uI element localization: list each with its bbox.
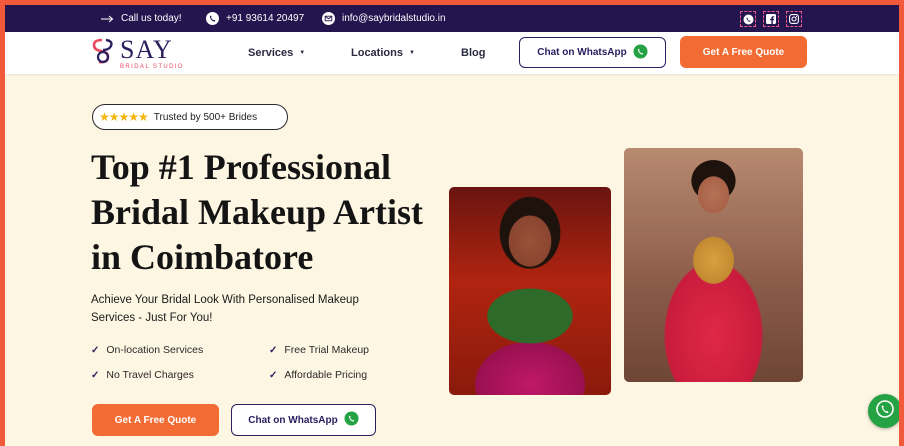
email-item[interactable]: info@saybridalstudio.in xyxy=(322,5,446,32)
whatsapp-icon xyxy=(633,44,648,62)
whatsapp-icon xyxy=(743,14,754,25)
hero-whatsapp-label: Chat on WhatsApp xyxy=(248,414,338,426)
nav-blog-label: Blog xyxy=(461,47,486,59)
check-icon: ✓ xyxy=(269,344,278,356)
hero-whatsapp-button[interactable]: Chat on WhatsApp xyxy=(231,404,376,436)
check-icon: ✓ xyxy=(269,369,278,381)
call-label: Call us today! xyxy=(121,13,182,24)
instagram-icon xyxy=(789,14,799,24)
nav-locations[interactable]: Locations ▼ xyxy=(351,32,415,74)
hero-title-line: Bridal Makeup Artist xyxy=(91,192,424,232)
feature-label: On-location Services xyxy=(106,344,204,356)
feature-label: Free Trial Makeup xyxy=(284,344,370,356)
whatsapp-social-link[interactable] xyxy=(740,11,756,27)
whatsapp-button-label: Chat on WhatsApp xyxy=(537,47,627,58)
whatsapp-icon xyxy=(875,399,895,424)
feature-label: Affordable Pricing xyxy=(284,369,368,381)
hero-title-line: Top #1 Professional xyxy=(91,147,392,187)
phone-icon xyxy=(206,12,219,25)
check-icon: ✓ xyxy=(91,369,100,381)
feature-item: ✓ No Travel Charges xyxy=(91,369,194,381)
top-info-bar: Call us today! +91 93614 20497 info@sayb… xyxy=(5,5,899,32)
logo-tagline: BRIDAL STUDIO xyxy=(120,63,184,70)
feature-item: ✓ Free Trial Makeup xyxy=(269,344,369,356)
hero-subtitle-line: Services - Just For You! xyxy=(91,312,213,324)
chevron-down-icon: ▼ xyxy=(408,50,415,56)
nav-services[interactable]: Services ▼ xyxy=(248,32,305,74)
hero-title: Top #1 Professional Bridal Makeup Artist… xyxy=(91,145,441,280)
nav-services-label: Services xyxy=(248,47,294,59)
hero-title-line: in Coimbatore xyxy=(91,237,314,277)
hero-get-quote-button[interactable]: Get A Free Quote xyxy=(92,404,219,436)
arrow-right-icon xyxy=(101,15,114,23)
hero-subtitle-line: Achieve Your Bridal Look With Personalis… xyxy=(91,294,359,306)
facebook-icon xyxy=(766,14,776,24)
floating-whatsapp-button[interactable] xyxy=(868,394,899,428)
feature-item: ✓ On-location Services xyxy=(91,344,203,356)
nav-locations-label: Locations xyxy=(351,47,403,59)
hero-subtitle: Achieve Your Bridal Look With Personalis… xyxy=(91,291,411,327)
nav-blog[interactable]: Blog xyxy=(461,32,485,74)
star-rating-icon: ★★★★★ xyxy=(99,110,149,124)
get-quote-button[interactable]: Get A Free Quote xyxy=(680,36,807,68)
logo-mark-icon xyxy=(90,37,116,70)
facebook-social-link[interactable] xyxy=(763,11,779,27)
phone-number: +91 93614 20497 xyxy=(226,13,305,24)
page-frame: Call us today! +91 93614 20497 info@sayb… xyxy=(5,5,899,446)
bride-photo-red-saree xyxy=(624,148,803,382)
phone-item[interactable]: +91 93614 20497 xyxy=(206,5,304,32)
check-icon: ✓ xyxy=(91,344,100,356)
trust-badge: ★★★★★ Trusted by 500+ Brides xyxy=(92,104,288,130)
call-item[interactable]: Call us today! xyxy=(101,5,182,32)
email-address: info@saybridalstudio.in xyxy=(342,13,446,24)
feature-label: No Travel Charges xyxy=(106,369,194,381)
logo-wordmark: SAY xyxy=(120,34,173,64)
whatsapp-chat-button[interactable]: Chat on WhatsApp xyxy=(519,37,666,68)
main-navigation: SAY BRIDAL STUDIO Services ▼ Locations ▼… xyxy=(5,32,899,74)
trust-badge-text: Trusted by 500+ Brides xyxy=(153,111,258,123)
instagram-social-link[interactable] xyxy=(786,11,802,27)
whatsapp-icon xyxy=(344,411,359,429)
mail-icon xyxy=(322,12,335,25)
feature-item: ✓ Affordable Pricing xyxy=(269,369,367,381)
bride-photo-green-saree xyxy=(449,187,611,395)
chevron-down-icon: ▼ xyxy=(299,50,306,56)
site-logo[interactable]: SAY BRIDAL STUDIO xyxy=(90,36,184,70)
